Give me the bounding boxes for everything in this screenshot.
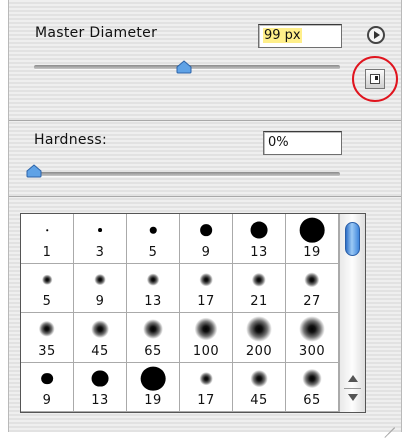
brush-preset-cell[interactable]: 35 — [21, 313, 74, 363]
brush-preset-cell[interactable]: 21 — [233, 263, 286, 313]
brush-preset-cell[interactable]: 13 — [233, 214, 286, 264]
brush-size-label: 100 — [192, 343, 220, 359]
brush-preset-cell[interactable]: 9 — [74, 263, 127, 313]
brush-preset-cell[interactable]: 17 — [180, 263, 233, 313]
resize-grip-icon[interactable] — [381, 414, 395, 438]
brush-tip-icon — [98, 228, 102, 232]
brush-tip-icon — [200, 224, 212, 236]
master-diameter-slider-thumb[interactable] — [176, 60, 192, 74]
brush-tip-icon — [91, 370, 109, 387]
section-divider — [9, 196, 401, 197]
new-preset-button[interactable] — [365, 69, 385, 89]
master-diameter-value: 99 px — [263, 28, 302, 43]
master-diameter-label: Master Diameter — [35, 25, 158, 41]
brush-tip-icon — [304, 271, 320, 288]
brush-size-label: 17 — [197, 294, 215, 309]
brush-preset-panel: Master Diameter 99 px Hardness: 0% 13591… — [8, 0, 402, 438]
brush-tip-icon — [140, 366, 166, 391]
brush-tip-icon — [246, 316, 272, 342]
scroll-arrow-divider — [344, 388, 361, 389]
brush-size-label: 3 — [95, 244, 105, 260]
brush-size-label: 65 — [144, 343, 162, 359]
brush-size-label: 19 — [303, 244, 321, 260]
brush-preset-cell[interactable]: 19 — [127, 362, 180, 412]
brush-preset-cell[interactable]: 200 — [233, 313, 286, 363]
brush-tip-icon — [94, 273, 106, 286]
brush-preset-cell[interactable]: 13 — [127, 263, 180, 313]
brush-preset-cell[interactable]: 27 — [286, 263, 339, 313]
brush-tip-icon — [38, 320, 56, 338]
brush-tip-icon — [199, 272, 213, 287]
master-diameter-field[interactable]: 99 px — [258, 24, 342, 48]
brush-tip-icon — [146, 273, 160, 286]
brush-tip-icon — [251, 272, 267, 287]
brush-tip-icon — [299, 217, 325, 243]
brush-size-label: 65 — [303, 393, 321, 408]
brush-preset-cell[interactable]: 65 — [127, 313, 180, 363]
brush-preset-cell[interactable]: 45 — [233, 362, 286, 412]
brush-size-label: 9 — [95, 294, 105, 309]
brush-size-label: 17 — [197, 393, 215, 408]
brush-preset-cell[interactable]: 9 — [21, 362, 74, 412]
brush-preset-cell[interactable]: 100 — [180, 313, 233, 363]
scroll-up-arrow-icon[interactable] — [348, 375, 358, 382]
brush-size-label: 200 — [245, 343, 273, 359]
brush-size-label: 1 — [42, 244, 52, 260]
brush-preset-cell[interactable]: 1 — [21, 214, 74, 264]
brush-preset-cell[interactable]: 300 — [286, 313, 339, 363]
brush-tip-icon — [143, 319, 163, 339]
brush-size-label: 27 — [303, 294, 321, 309]
brush-tip-icon — [302, 368, 322, 389]
preset-scrollbar[interactable] — [339, 214, 365, 412]
brush-size-label: 9 — [201, 244, 211, 260]
hardness-slider-thumb[interactable] — [26, 164, 42, 178]
brush-size-label: 35 — [38, 343, 56, 359]
brush-preset-cell[interactable]: 13 — [74, 362, 127, 412]
brush-size-label: 13 — [91, 393, 109, 408]
hardness-track[interactable] — [34, 172, 340, 177]
brush-size-label: 21 — [250, 294, 268, 309]
brush-preset-cell[interactable]: 17 — [180, 362, 233, 412]
scroll-down-arrow-icon[interactable] — [348, 394, 358, 401]
hardness-value: 0% — [268, 135, 289, 150]
brush-preset-list: 1 3 5 9 13 19 5 9 13 17 21 27 35 45 65 100 200 300 9 13 19 17… — [20, 213, 366, 413]
brush-tip-icon — [199, 371, 213, 386]
brush-size-label: 45 — [250, 393, 268, 408]
brush-tip-icon — [299, 316, 325, 342]
brush-tip-icon — [46, 229, 48, 231]
brush-preset-cell[interactable]: 19 — [286, 214, 339, 264]
brush-preset-cell[interactable]: 45 — [74, 313, 127, 363]
brush-preset-grid: 1 3 5 9 13 19 5 9 13 17 21 27 35 45 65 100 200 300 9 13 19 17… — [21, 214, 339, 412]
brush-size-label: 9 — [42, 393, 52, 408]
brush-preset-cell[interactable]: 9 — [180, 214, 233, 264]
brush-size-label: 13 — [250, 244, 268, 260]
brush-tip-icon — [194, 317, 218, 341]
brush-preset-cell[interactable]: 3 — [74, 214, 127, 264]
brush-preset-cell[interactable]: 5 — [21, 263, 74, 313]
brush-size-label: 5 — [42, 294, 52, 309]
hardness-label: Hardness: — [34, 132, 107, 148]
hardness-field[interactable]: 0% — [263, 131, 342, 155]
brush-size-label: 300 — [298, 343, 326, 359]
panel-menu-button[interactable] — [367, 26, 385, 44]
brush-preset-cell[interactable]: 5 — [127, 214, 180, 264]
brush-size-label: 45 — [91, 343, 109, 359]
scrollbar-thumb[interactable] — [345, 222, 360, 256]
brush-tip-icon — [91, 320, 109, 338]
brush-tip-icon — [250, 369, 268, 388]
brush-tip-icon — [250, 221, 268, 239]
brush-tip-icon — [149, 226, 157, 234]
section-divider — [9, 120, 401, 121]
brush-tip-icon — [41, 372, 53, 385]
brush-size-label: 13 — [144, 294, 162, 309]
brush-size-label: 19 — [144, 393, 162, 408]
brush-preset-cell[interactable]: 65 — [286, 362, 339, 412]
brush-tip-icon — [41, 274, 53, 285]
brush-size-label: 5 — [148, 244, 158, 260]
